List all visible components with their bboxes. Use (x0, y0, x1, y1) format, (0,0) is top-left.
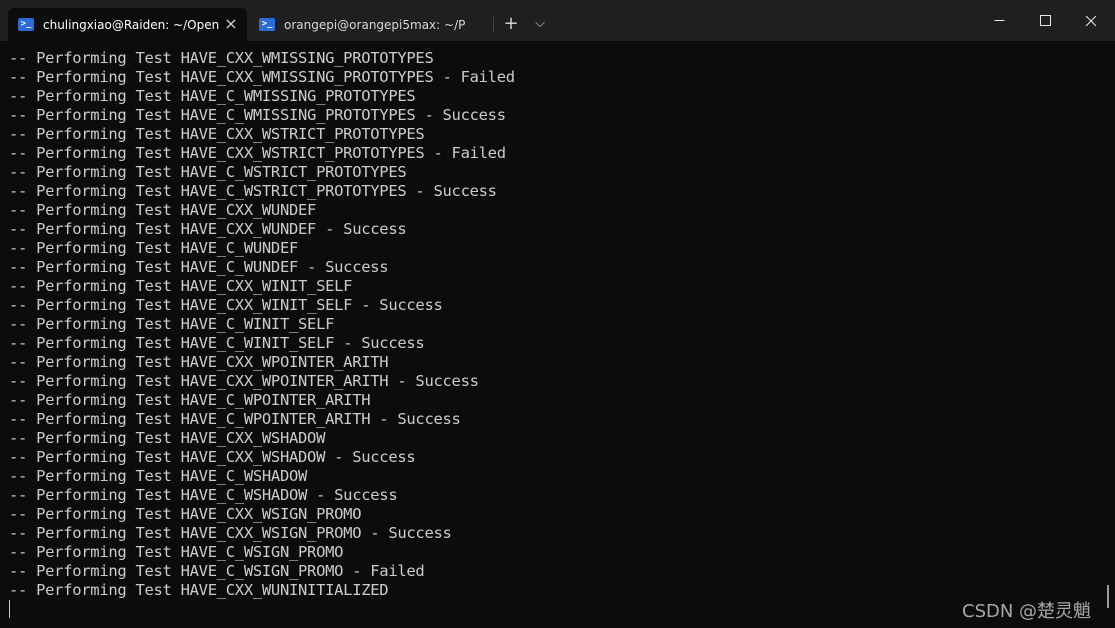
terminal-line: -- Performing Test HAVE_C_WPOINTER_ARITH (9, 391, 371, 409)
terminal-line: -- Performing Test HAVE_C_WSHADOW - Succ… (9, 486, 398, 504)
maximize-button[interactable] (1022, 0, 1068, 41)
tab-orangepi[interactable]: >_ orangepi@orangepi5max: ~/P (249, 8, 487, 41)
terminal-line: -- Performing Test HAVE_CXX_WPOINTER_ARI… (9, 353, 389, 371)
terminal-line: -- Performing Test HAVE_C_WUNDEF (9, 239, 299, 257)
powershell-icon: >_ (18, 18, 34, 31)
maximize-icon (1039, 15, 1051, 26)
scrollbar-thumb[interactable] (1107, 585, 1109, 608)
tab-title: chulingxiao@Raiden: ~/Open (43, 17, 220, 32)
terminal-line: -- Performing Test HAVE_CXX_WPOINTER_ARI… (9, 372, 479, 390)
terminal-line: -- Performing Test HAVE_C_WSIGN_PROMO - … (9, 562, 425, 580)
watermark: CSDN @楚灵魈 (962, 601, 1092, 622)
close-window-button[interactable] (1068, 0, 1114, 41)
close-tab-icon[interactable]: × (223, 16, 239, 32)
terminal-line: -- Performing Test HAVE_C_WMISSING_PROTO… (9, 87, 416, 105)
terminal-line: -- Performing Test HAVE_C_WPOINTER_ARITH… (9, 410, 461, 428)
minimize-icon (994, 20, 1004, 21)
terminal-line: -- Performing Test HAVE_C_WINIT_SELF (9, 315, 335, 333)
terminal-line: -- Performing Test HAVE_CXX_WUNDEF (9, 201, 317, 219)
plus-icon: + (503, 12, 519, 34)
chevron-down-icon: ⌵ (535, 15, 545, 31)
tab-dropdown-button[interactable]: ⌵ (529, 10, 551, 36)
powershell-icon: >_ (259, 18, 275, 31)
terminal-line: -- Performing Test HAVE_CXX_WSIGN_PROMO (9, 505, 362, 523)
terminal-line: -- Performing Test HAVE_C_WMISSING_PROTO… (9, 106, 506, 124)
terminal-output[interactable]: -- Performing Test HAVE_CXX_WMISSING_PRO… (0, 41, 1105, 628)
text-cursor (9, 600, 10, 618)
terminal-line: -- Performing Test HAVE_CXX_WSIGN_PROMO … (9, 524, 452, 542)
terminal-line: -- Performing Test HAVE_C_WSIGN_PROMO (9, 543, 344, 561)
tab-title: orangepi@orangepi5max: ~/P (284, 17, 466, 32)
terminal-line: -- Performing Test HAVE_C_WSTRICT_PROTOT… (9, 163, 407, 181)
terminal-line: -- Performing Test HAVE_CXX_WMISSING_PRO… (9, 68, 515, 86)
new-tab-button[interactable]: + (500, 10, 522, 36)
terminal-line: -- Performing Test HAVE_CXX_WSHADOW (9, 429, 326, 447)
tab-raiden[interactable]: >_ chulingxiao@Raiden: ~/Open × (8, 8, 247, 41)
terminal-line: -- Performing Test HAVE_CXX_WINIT_SELF (9, 277, 353, 295)
minimize-button[interactable] (976, 0, 1022, 41)
terminal-line: -- Performing Test HAVE_CXX_WINIT_SELF -… (9, 296, 443, 314)
terminal-line: -- Performing Test HAVE_C_WINIT_SELF - S… (9, 334, 425, 352)
terminal-line: -- Performing Test HAVE_CXX_WSHADOW - Su… (9, 448, 416, 466)
terminal-line: -- Performing Test HAVE_C_WUNDEF - Succe… (9, 258, 389, 276)
close-icon (1085, 15, 1097, 26)
title-bar: >_ chulingxiao@Raiden: ~/Open × >_ orang… (0, 0, 1115, 41)
terminal-line: -- Performing Test HAVE_CXX_WUNINITIALIZ… (9, 581, 389, 599)
terminal-line: -- Performing Test HAVE_CXX_WSTRICT_PROT… (9, 125, 425, 143)
terminal-line: -- Performing Test HAVE_C_WSTRICT_PROTOT… (9, 182, 497, 200)
terminal-line: -- Performing Test HAVE_C_WSHADOW (9, 467, 308, 485)
terminal-line: -- Performing Test HAVE_CXX_WSTRICT_PROT… (9, 144, 506, 162)
tab-divider (493, 17, 494, 33)
terminal-line: -- Performing Test HAVE_CXX_WUNDEF - Suc… (9, 220, 407, 238)
terminal-line: -- Performing Test HAVE_CXX_WMISSING_PRO… (9, 49, 434, 67)
